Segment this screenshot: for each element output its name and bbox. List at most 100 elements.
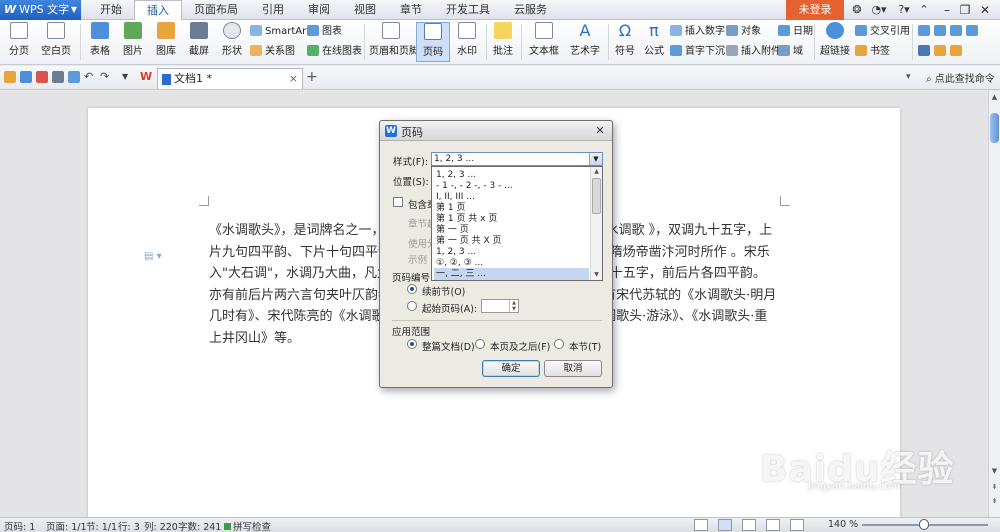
field-button[interactable]: 域 bbox=[778, 44, 803, 60]
start-at-spinner[interactable]: ▲ ▼ bbox=[481, 299, 519, 313]
list-scrollbar[interactable]: ▲ ▼ bbox=[590, 167, 602, 280]
vertical-scrollbar[interactable]: ▲ ▼ ⇞ ⇟ bbox=[988, 91, 1000, 517]
insert-number-button[interactable]: 插入数字 bbox=[670, 24, 725, 40]
table-button[interactable]: 表格 bbox=[85, 22, 115, 62]
cancel-button[interactable]: 取消 bbox=[544, 360, 602, 377]
next-page-icon[interactable]: ⇟ bbox=[989, 495, 1000, 507]
page-number-button[interactable]: 页码 bbox=[416, 22, 450, 62]
zoom-slider-knob[interactable] bbox=[919, 519, 929, 530]
page-break-button[interactable]: 分页 bbox=[4, 22, 34, 62]
wps-home-icon[interactable]: W bbox=[140, 71, 152, 83]
tab-insert[interactable]: 插入 bbox=[134, 0, 182, 21]
tab-page-layout[interactable]: 页面布局 bbox=[182, 0, 250, 20]
style-select[interactable]: 1, 2, 3 ... ▼ bbox=[431, 152, 603, 166]
dropcap-button[interactable]: 首字下沉 bbox=[670, 44, 725, 60]
outline-view-button[interactable] bbox=[742, 519, 756, 531]
print-icon[interactable] bbox=[52, 71, 64, 83]
restore-icon[interactable]: ❐ bbox=[956, 1, 974, 19]
layout-icon-2[interactable] bbox=[934, 24, 946, 40]
spinner-arrows-icon[interactable]: ▲ ▼ bbox=[509, 300, 518, 312]
open-icon[interactable] bbox=[4, 71, 16, 83]
minimize-icon[interactable]: – bbox=[938, 1, 956, 19]
web-view-button[interactable] bbox=[766, 519, 780, 531]
redo-icon[interactable]: ↷ bbox=[100, 71, 112, 83]
skin-icon[interactable]: ❂ bbox=[850, 2, 864, 18]
dialog-title-bar[interactable]: W 页码 ✕ bbox=[380, 121, 612, 141]
list-scroll-thumb[interactable] bbox=[592, 178, 601, 214]
find-command-search[interactable]: ⌕ 点此查找命令 bbox=[926, 70, 995, 85]
share-icon[interactable]: ◔▾ bbox=[868, 2, 890, 18]
zoom-level[interactable]: 140 % bbox=[828, 519, 858, 530]
scroll-up-icon[interactable]: ▲ bbox=[989, 91, 1000, 103]
style-icon-1[interactable] bbox=[918, 44, 930, 60]
date-button[interactable]: 日期 bbox=[778, 24, 813, 40]
style-option[interactable]: 一, 二, 三 ... bbox=[434, 268, 589, 280]
include-chapter-checkbox[interactable] bbox=[393, 197, 403, 207]
login-button[interactable]: 未登录 bbox=[786, 0, 844, 20]
new-tab-icon[interactable]: + bbox=[306, 69, 318, 85]
tab-developer[interactable]: 开发工具 bbox=[434, 0, 502, 20]
shape-button[interactable]: 形状 bbox=[217, 22, 247, 62]
style-dropdown-list[interactable]: 1, 2, 3 ... - 1 -, - 2 -, - 3 - ... I, II,… bbox=[431, 166, 603, 281]
tab-cloud[interactable]: 云服务 bbox=[502, 0, 559, 20]
continue-numbering-radio[interactable] bbox=[407, 284, 417, 294]
attachment-button[interactable]: 插入附件 bbox=[726, 44, 781, 60]
close-icon[interactable]: ✕ bbox=[976, 1, 994, 19]
list-scroll-down-icon[interactable]: ▼ bbox=[591, 270, 602, 280]
dialog-close-icon[interactable]: ✕ bbox=[592, 124, 608, 138]
list-scroll-up-icon[interactable]: ▲ bbox=[591, 167, 602, 177]
header-footer-button[interactable]: 页眉和页脚 bbox=[369, 22, 419, 62]
online-chart-button[interactable]: 在线图表 bbox=[307, 44, 362, 60]
spell-check-toggle[interactable]: 拼写检查 bbox=[224, 519, 271, 532]
lock-icon[interactable] bbox=[950, 44, 962, 60]
save-icon[interactable] bbox=[20, 71, 32, 83]
help-icon[interactable]: ?▾ bbox=[893, 2, 915, 18]
tab-review[interactable]: 审阅 bbox=[296, 0, 342, 20]
quick-access-dropdown-icon[interactable]: ▼ bbox=[122, 71, 134, 83]
status-word-count[interactable]: 字数: 241 bbox=[178, 519, 221, 532]
reading-view-button[interactable] bbox=[790, 519, 804, 531]
gallery-button[interactable]: 图库 bbox=[151, 22, 181, 62]
document-tab[interactable]: 文档1 * × bbox=[157, 68, 303, 89]
chevron-down-icon[interactable]: ▼ bbox=[589, 153, 602, 165]
hyperlink-button[interactable]: 超链接 bbox=[819, 22, 851, 62]
page-view-button[interactable] bbox=[718, 519, 732, 531]
start-at-radio[interactable] bbox=[407, 301, 417, 311]
close-tab-icon[interactable]: × bbox=[289, 69, 298, 89]
layout-icon-3[interactable] bbox=[950, 24, 962, 40]
relation-diagram-button[interactable]: 关系图 bbox=[250, 44, 295, 60]
ok-button[interactable]: 确定 bbox=[482, 360, 540, 377]
crossref-button[interactable]: 交叉引用 bbox=[855, 24, 910, 40]
prev-page-icon[interactable]: ⇞ bbox=[989, 481, 1000, 493]
preview-icon[interactable] bbox=[68, 71, 80, 83]
undo-icon[interactable]: ↶ bbox=[84, 71, 96, 83]
object-button[interactable]: 对象 bbox=[726, 24, 761, 40]
scroll-thumb[interactable] bbox=[990, 113, 999, 143]
smartart-button[interactable]: SmartArt bbox=[250, 24, 310, 40]
tab-chapter[interactable]: 章节 bbox=[388, 0, 434, 20]
watermark-button[interactable]: 水印 bbox=[452, 22, 482, 62]
tab-view[interactable]: 视图 bbox=[342, 0, 388, 20]
comment-button[interactable]: 批注 bbox=[490, 22, 516, 62]
wordart-button[interactable]: A 艺术字 bbox=[566, 22, 604, 62]
bookmark-button[interactable]: 书签 bbox=[855, 44, 890, 60]
paragraph-marker-icon[interactable]: ▤ ▾ bbox=[144, 251, 162, 262]
full-screen-view-button[interactable] bbox=[694, 519, 708, 531]
chart-button[interactable]: 图表 bbox=[307, 24, 342, 40]
style-icon-2[interactable] bbox=[934, 44, 946, 60]
picture-button[interactable]: 图片 bbox=[118, 22, 148, 62]
scroll-down-icon[interactable]: ▼ bbox=[989, 465, 1000, 477]
screenshot-button[interactable]: 截屏 bbox=[184, 22, 214, 62]
textbox-button[interactable]: 文本框 bbox=[525, 22, 563, 62]
symbol-button[interactable]: Ω 符号 bbox=[612, 22, 638, 62]
ribbon-collapse-icon[interactable]: ⌃ bbox=[918, 2, 930, 18]
scope-whole-document-radio[interactable] bbox=[407, 339, 417, 349]
menu-dropdown-icon[interactable]: ▾ bbox=[906, 71, 918, 83]
blank-page-button[interactable]: 空白页 bbox=[36, 22, 76, 62]
scope-from-here-radio[interactable] bbox=[475, 339, 485, 349]
tab-home[interactable]: 开始 bbox=[88, 0, 134, 20]
formula-button[interactable]: π 公式 bbox=[641, 22, 667, 62]
layout-icon-4[interactable] bbox=[966, 24, 978, 40]
scope-section-radio[interactable] bbox=[554, 339, 564, 349]
app-menu-button[interactable]: W WPS 文字 ▼ bbox=[0, 0, 81, 20]
